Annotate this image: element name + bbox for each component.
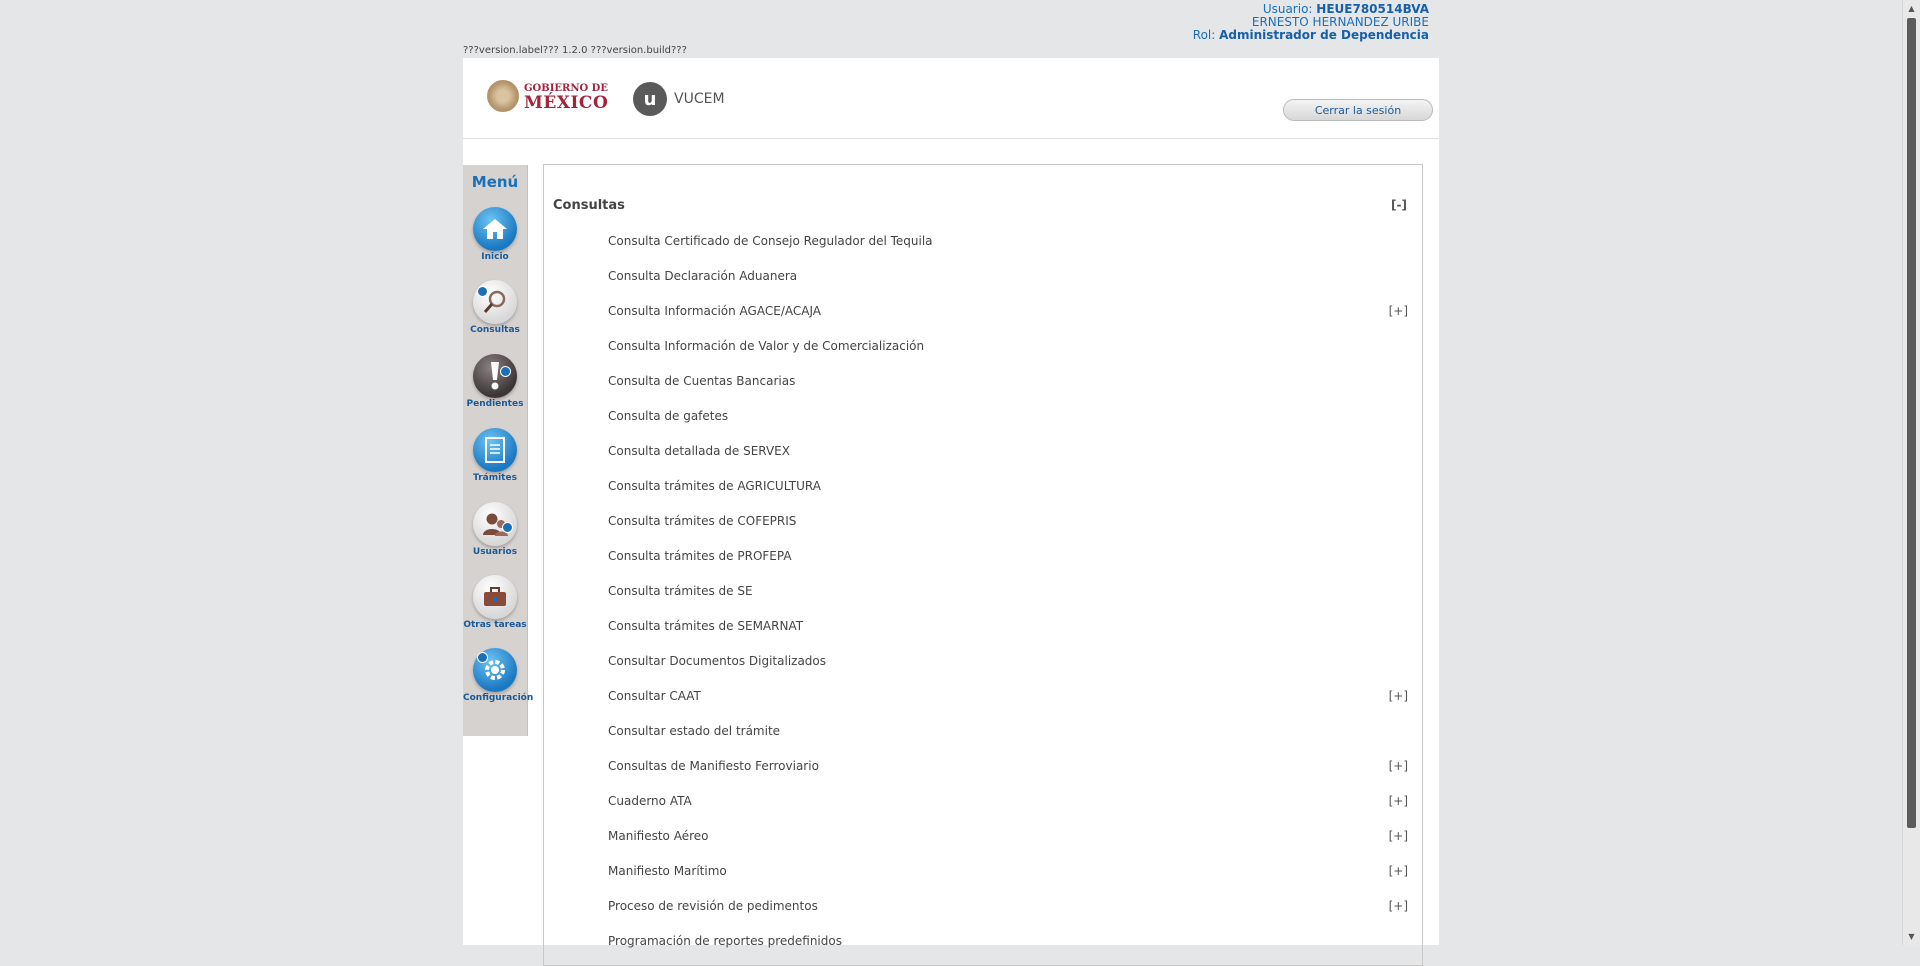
logout-button[interactable]: Cerrar la sesión — [1283, 99, 1433, 121]
list-item[interactable]: Consultas de Manifiesto Ferroviario [+] — [608, 759, 1408, 773]
list-item[interactable]: Consulta de Cuentas Bancarias — [608, 374, 1408, 388]
list-item-label[interactable]: Consulta Certificado de Consejo Regulado… — [608, 234, 933, 248]
expand-toggle[interactable]: [+] — [1389, 794, 1408, 808]
list-item-label[interactable]: Consulta de gafetes — [608, 409, 728, 423]
usuario-value: HEUE780514BVA — [1316, 2, 1429, 16]
scrollbar-thumb[interactable] — [1907, 18, 1916, 828]
expand-toggle[interactable]: [+] — [1389, 864, 1408, 878]
list-item-label[interactable]: Consultar CAAT — [608, 689, 701, 703]
collapse-toggle[interactable]: [-] — [1391, 198, 1407, 212]
expand-toggle[interactable]: [+] — [1389, 829, 1408, 843]
menu-label-tramites: Trámites — [473, 473, 517, 483]
menu-label-consultas: Consultas — [470, 325, 520, 335]
menu-label-pendientes: Pendientes — [466, 399, 524, 409]
scroll-up-icon[interactable]: ▲ — [1903, 0, 1920, 17]
list-item-label[interactable]: Consulta Información AGACE/ACAJA — [608, 304, 821, 318]
list-item[interactable]: Consulta Certificado de Consejo Regulado… — [608, 234, 1408, 248]
menu-item-otras-tareas[interactable]: Otras tareas — [463, 575, 527, 630]
list-item-label[interactable]: Programación de reportes predefinidos — [608, 934, 842, 948]
menu-label-configuracion: Configuración — [463, 693, 534, 703]
exclamation-icon — [473, 354, 517, 398]
list-item-label[interactable]: Cuaderno ATA — [608, 794, 692, 808]
menu-label-otras-tareas: Otras tareas — [463, 620, 527, 630]
list-item-label[interactable]: Consultas de Manifiesto Ferroviario — [608, 759, 819, 773]
list-item-label[interactable]: Manifiesto Aéreo — [608, 829, 708, 843]
document-icon — [473, 428, 517, 472]
list-item[interactable]: Consulta trámites de SE — [608, 584, 1408, 598]
side-menu: Menú Inicio Consultas Pendientes Trámite… — [463, 165, 534, 736]
list-item-label[interactable]: Consulta Declaración Aduanera — [608, 269, 797, 283]
vucem-icon: u — [633, 82, 667, 116]
list-item-label[interactable]: Consultar Documentos Digitalizados — [608, 654, 826, 668]
gear-icon — [473, 648, 517, 692]
expand-toggle[interactable]: [+] — [1389, 899, 1408, 913]
list-item-label[interactable]: Consulta Información de Valor y de Comer… — [608, 339, 924, 353]
vucem-text: VUCEM — [674, 91, 725, 107]
gob-line2: MÉXICO — [524, 93, 609, 113]
vucem-logo: u VUCEM — [633, 82, 725, 116]
list-item[interactable]: Consultar Documentos Digitalizados — [608, 654, 1408, 668]
list-item[interactable]: Programación de reportes predefinidos — [608, 934, 1408, 948]
rol-label: Rol: — [1192, 28, 1216, 42]
home-icon — [473, 207, 517, 251]
list-item-label[interactable]: Consulta de Cuentas Bancarias — [608, 374, 795, 388]
rol-value: Administrador de Dependencia — [1219, 28, 1429, 42]
menu-item-usuarios[interactable]: Usuarios — [463, 502, 527, 557]
list-item[interactable]: Consulta Información de Valor y de Comer… — [608, 339, 1408, 353]
list-item[interactable]: Consulta de gafetes — [608, 409, 1408, 423]
list-item-label[interactable]: Consulta detallada de SERVEX — [608, 444, 790, 458]
consultas-panel: Consultas [-] Consulta Certificado de Co… — [543, 164, 1423, 966]
list-item[interactable]: Consulta trámites de PROFEPA — [608, 549, 1408, 563]
menu-item-consultas[interactable]: Consultas — [463, 280, 527, 335]
users-icon — [473, 502, 517, 546]
list-item-label[interactable]: Consultar estado del trámite — [608, 724, 780, 738]
briefcase-icon — [473, 575, 517, 619]
list-item[interactable]: Cuaderno ATA [+] — [608, 794, 1408, 808]
magnifier-icon — [473, 280, 517, 324]
list-item-label[interactable]: Consulta trámites de COFEPRIS — [608, 514, 796, 528]
expand-toggle[interactable]: [+] — [1389, 759, 1408, 773]
seal-icon — [487, 80, 519, 112]
list-item-label[interactable]: Consulta trámites de SE — [608, 584, 753, 598]
list-item[interactable]: Manifiesto Marítimo [+] — [608, 864, 1408, 878]
list-item[interactable]: Consultar CAAT [+] — [608, 689, 1408, 703]
list-item-label[interactable]: Consulta trámites de SEMARNAT — [608, 619, 803, 633]
menu-item-inicio[interactable]: Inicio — [463, 207, 527, 262]
gobierno-logo: GOBIERNO DE MÉXICO — [487, 80, 608, 112]
version-label: ???version.label??? 1.2.0 ???version.bui… — [463, 45, 687, 56]
list-item-label[interactable]: Manifiesto Marítimo — [608, 864, 727, 878]
usuario-label: Usuario: — [1262, 2, 1313, 16]
menu-item-configuracion[interactable]: Configuración — [463, 648, 534, 703]
scroll-down-icon[interactable]: ▼ — [1903, 928, 1920, 945]
list-item[interactable]: Consultar estado del trámite — [608, 724, 1408, 738]
menu-item-tramites[interactable]: Trámites — [463, 428, 527, 483]
list-item[interactable]: Consulta Declaración Aduanera — [608, 269, 1408, 283]
expand-toggle[interactable]: [+] — [1389, 304, 1408, 318]
list-item[interactable]: Consulta trámites de AGRICULTURA — [608, 479, 1408, 493]
list-item-label[interactable]: Proceso de revisión de pedimentos — [608, 899, 818, 913]
section-title: Consultas — [553, 198, 625, 213]
header: GOBIERNO DE MÉXICO u VUCEM Cerrar la ses… — [463, 58, 1439, 139]
menu-label-usuarios: Usuarios — [472, 547, 518, 557]
menu-title: Menú — [471, 173, 519, 191]
menu-label-inicio: Inicio — [481, 252, 509, 262]
vertical-scrollbar[interactable]: ▲ ▼ — [1902, 0, 1920, 945]
list-item[interactable]: Consulta trámites de SEMARNAT — [608, 619, 1408, 633]
list-item[interactable]: Proceso de revisión de pedimentos [+] — [608, 899, 1408, 913]
list-item[interactable]: Consulta trámites de COFEPRIS — [608, 514, 1408, 528]
list-item[interactable]: Consulta Información AGACE/ACAJA [+] — [608, 304, 1408, 318]
list-item-label[interactable]: Consulta trámites de AGRICULTURA — [608, 479, 821, 493]
section-consultas-header[interactable]: Consultas [-] — [553, 198, 1407, 213]
list-item[interactable]: Consulta detallada de SERVEX — [608, 444, 1408, 458]
user-info: Usuario: HEUE780514BVA ERNESTO HERNANDEZ… — [1193, 3, 1429, 42]
expand-toggle[interactable]: [+] — [1389, 689, 1408, 703]
page-container: GOBIERNO DE MÉXICO u VUCEM Cerrar la ses… — [463, 58, 1439, 966]
list-item[interactable]: Manifiesto Aéreo [+] — [608, 829, 1408, 843]
list-item-label[interactable]: Consulta trámites de PROFEPA — [608, 549, 792, 563]
menu-item-pendientes[interactable]: Pendientes — [463, 354, 527, 409]
